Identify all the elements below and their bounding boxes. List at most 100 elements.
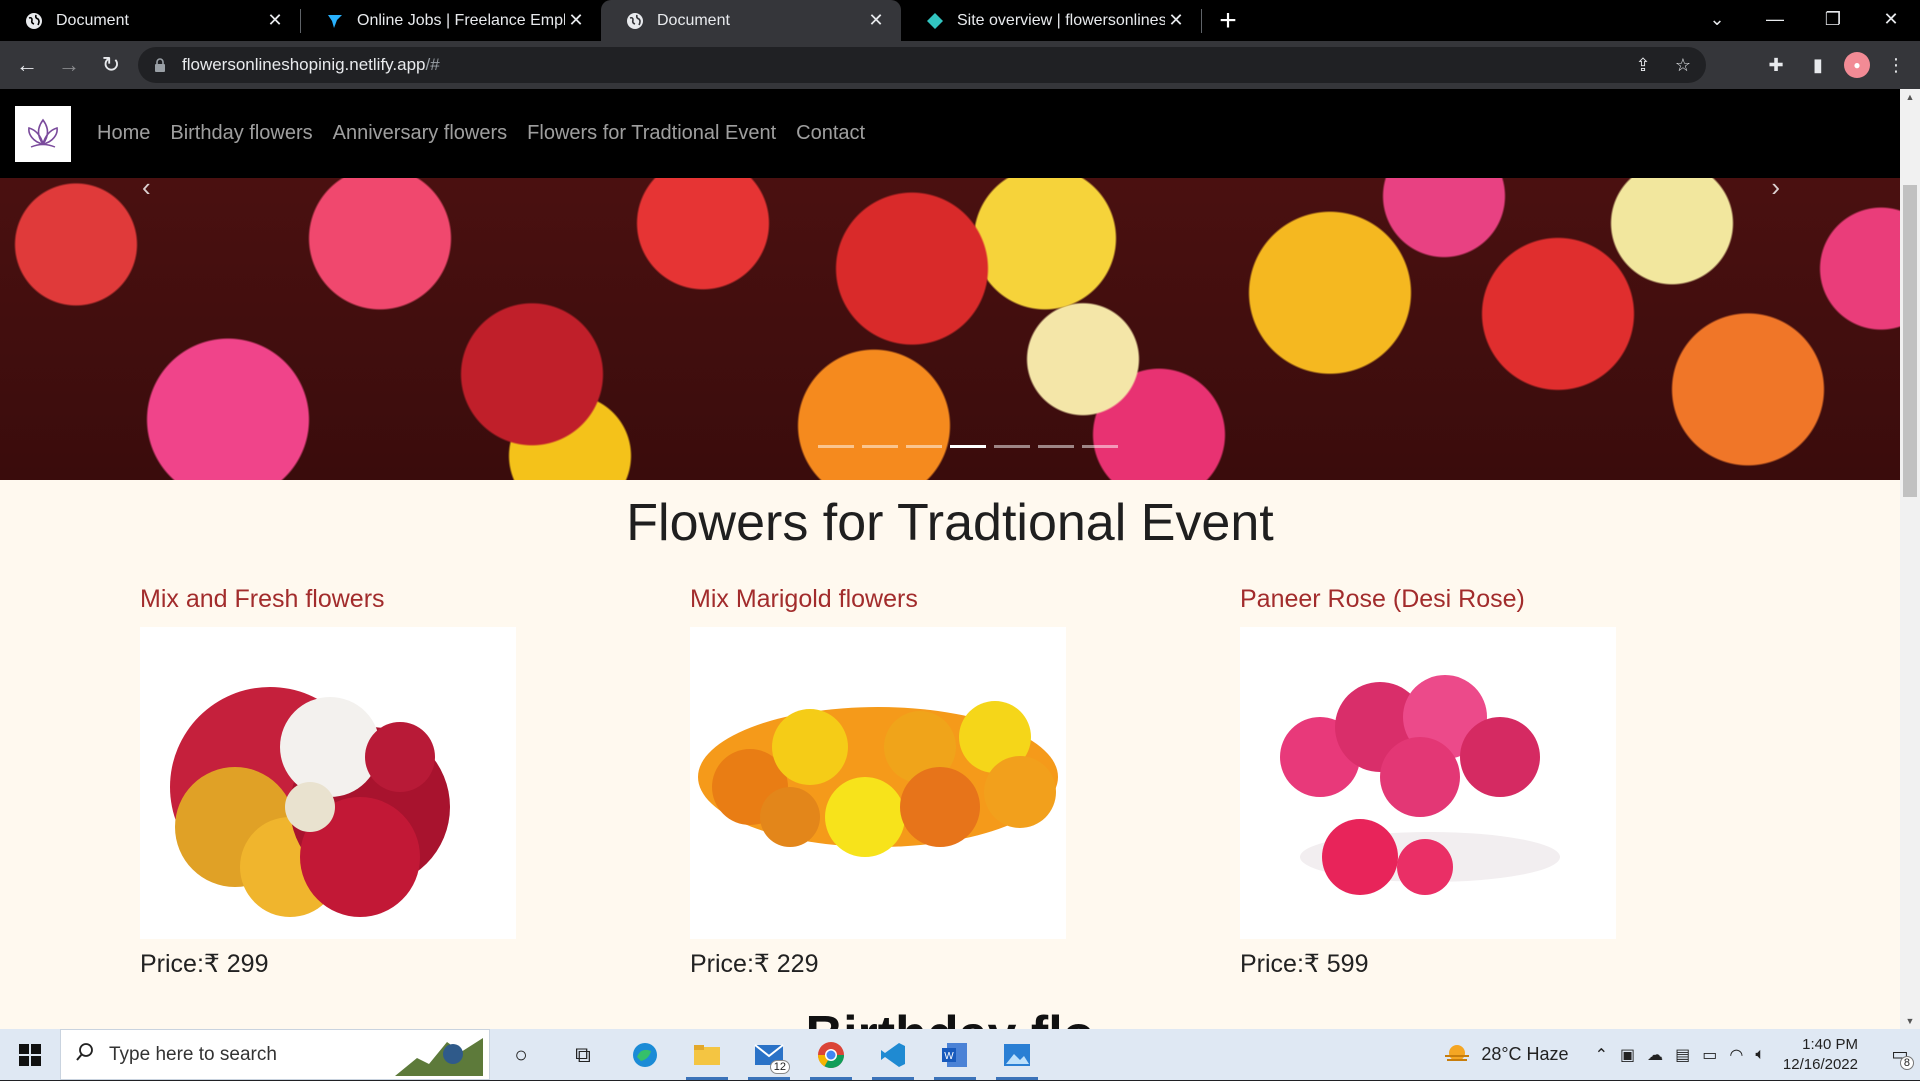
browser-tab-active[interactable]: Document ✕: [601, 0, 901, 41]
vscode-icon[interactable]: [862, 1029, 924, 1080]
back-button[interactable]: ←: [6, 44, 48, 86]
minimize-button[interactable]: —: [1746, 0, 1804, 38]
product-image: [140, 627, 516, 939]
netlify-icon: [925, 11, 945, 31]
reload-button[interactable]: ↻: [90, 44, 132, 86]
carousel-indicator[interactable]: [1082, 445, 1118, 448]
clock[interactable]: 1:40 PM 12/16/2022: [1783, 1035, 1858, 1075]
new-tab-button[interactable]: +: [1208, 0, 1248, 41]
restore-button[interactable]: ❐: [1804, 0, 1862, 38]
cortana-icon[interactable]: ○: [490, 1029, 552, 1080]
battery-icon[interactable]: ▭: [1702, 1045, 1717, 1065]
search-placeholder: Type here to search: [109, 1043, 277, 1065]
url-text: flowersonlineshopinig.netlify.app/#: [182, 55, 440, 75]
close-icon[interactable]: ✕: [1165, 10, 1187, 32]
share-icon[interactable]: ⇪: [1630, 52, 1656, 78]
onedrive-icon[interactable]: ☁: [1647, 1045, 1663, 1065]
browser-toolbar: ← → ↻ flowersonlineshopinig.netlify.app/…: [0, 41, 1920, 89]
lock-icon[interactable]: [154, 58, 168, 72]
chrome-icon[interactable]: [800, 1029, 862, 1080]
task-view-icon[interactable]: ⧉: [552, 1029, 614, 1080]
page-scrollbar[interactable]: ▲ ▼: [1900, 89, 1920, 1029]
weather-text: 28°C Haze: [1481, 1044, 1569, 1064]
scrollbar-thumb[interactable]: [1903, 185, 1917, 497]
close-icon[interactable]: ✕: [565, 10, 587, 32]
product-image: [1240, 627, 1616, 939]
nav-link-anniversary-flowers[interactable]: Anniversary flowers: [333, 122, 508, 145]
product-card: Paneer Rose (Desi Rose) Price:₹ 599: [1240, 585, 1620, 979]
tab-search-icon[interactable]: ⌄: [1688, 0, 1746, 38]
carousel-next-icon[interactable]: ›: [1771, 178, 1780, 203]
close-window-button[interactable]: ✕: [1862, 0, 1920, 38]
windows-taskbar: Type here to search ○ ⧉ 12 W 28°C Haze ⌃…: [0, 1029, 1920, 1080]
browser-tab-bar: Document ✕ Online Jobs | Freelance Emplo…: [0, 0, 1920, 41]
photos-icon[interactable]: [986, 1029, 1048, 1080]
nav-link-birthday-flowers[interactable]: Birthday flowers: [170, 122, 312, 145]
nav-link-home[interactable]: Home: [97, 122, 150, 145]
windows-start-icon[interactable]: [0, 1029, 60, 1080]
mail-badge: 12: [769, 1060, 790, 1074]
menu-kebab-icon[interactable]: ⋮: [1880, 49, 1912, 81]
address-bar[interactable]: flowersonlineshopinig.netlify.app/# ⇪ ☆: [138, 47, 1706, 83]
product-price: Price:₹ 229: [690, 950, 819, 978]
carousel-prev-icon[interactable]: ‹: [142, 178, 151, 203]
mail-icon[interactable]: 12: [738, 1029, 800, 1080]
carousel-indicator[interactable]: [1038, 445, 1074, 448]
bookmark-star-icon[interactable]: ☆: [1670, 52, 1696, 78]
wifi-icon[interactable]: ◠: [1729, 1045, 1743, 1065]
taskbar-search[interactable]: Type here to search: [60, 1029, 490, 1080]
scroll-down-icon[interactable]: ▼: [1900, 1013, 1920, 1029]
close-icon[interactable]: ✕: [264, 10, 286, 32]
profile-avatar[interactable]: ●: [1844, 52, 1870, 78]
product-card: Mix Marigold flowers Price:₹ 229: [690, 585, 1070, 979]
scroll-up-icon[interactable]: ▲: [1900, 89, 1920, 105]
product-price: Price:₹ 599: [1240, 950, 1369, 978]
site-navbar: Home Birthday flowers Anniversary flower…: [0, 89, 1900, 178]
file-explorer-icon[interactable]: [676, 1029, 738, 1080]
display-icon[interactable]: ▤: [1675, 1045, 1690, 1065]
extensions-icon[interactable]: ✚: [1760, 49, 1792, 81]
word-icon[interactable]: W: [924, 1029, 986, 1080]
meet-icon[interactable]: ▣: [1620, 1045, 1635, 1065]
carousel-indicators: [818, 445, 1118, 448]
clock-time: 1:40 PM: [1802, 1035, 1858, 1053]
product-card: Mix and Fresh flowers Price:₹ 299: [140, 585, 520, 979]
carousel-indicator[interactable]: [818, 445, 854, 448]
chevron-up-icon[interactable]: ⌃: [1595, 1045, 1608, 1065]
next-section-title: Birthday flo: [0, 1005, 1900, 1029]
notification-center-icon[interactable]: ▭ 8: [1880, 1029, 1920, 1080]
globe-icon: [24, 11, 44, 31]
freelancer-icon: [325, 11, 345, 31]
svg-text:W: W: [944, 1051, 954, 1062]
carousel-indicator-active[interactable]: [950, 445, 986, 448]
browser-tab[interactable]: Online Jobs | Freelance Employm ✕: [301, 0, 601, 41]
browser-tab[interactable]: Document ✕: [0, 0, 300, 41]
weather-widget[interactable]: 28°C Haze: [1443, 1043, 1569, 1067]
url-path: /#: [425, 55, 440, 74]
window-controls: ⌄ — ❐ ✕: [1688, 0, 1920, 41]
tab-title: Online Jobs | Freelance Employm: [357, 11, 565, 29]
close-icon[interactable]: ✕: [865, 10, 887, 32]
forward-button[interactable]: →: [48, 44, 90, 86]
tab-title: Site overview | flowersonlineshop: [957, 11, 1165, 29]
edge-icon[interactable]: [614, 1029, 676, 1080]
haze-sun-icon: [1445, 1044, 1470, 1061]
carousel-indicator[interactable]: [906, 445, 942, 448]
product-title[interactable]: Paneer Rose (Desi Rose): [1240, 585, 1620, 619]
carousel-indicator[interactable]: [862, 445, 898, 448]
product-title[interactable]: Mix Marigold flowers: [690, 585, 1070, 619]
toolbar-actions: ✚ ▮ ● ⋮: [1760, 41, 1912, 89]
omnibox-actions: ⇪ ☆: [1630, 47, 1696, 83]
clock-date: 12/16/2022: [1782, 1055, 1858, 1073]
browser-tab[interactable]: Site overview | flowersonlineshop ✕: [901, 0, 1201, 41]
product-image: [690, 627, 1066, 939]
product-title[interactable]: Mix and Fresh flowers: [140, 585, 520, 619]
section-title: Flowers for Tradtional Event: [626, 494, 1274, 552]
side-panel-icon[interactable]: ▮: [1802, 49, 1834, 81]
nav-link-traditional-event[interactable]: Flowers for Tradtional Event: [527, 122, 776, 145]
carousel-indicator[interactable]: [994, 445, 1030, 448]
search-highlight-icon: [395, 1036, 483, 1081]
nav-link-contact[interactable]: Contact: [796, 122, 865, 145]
lotus-logo[interactable]: [15, 105, 71, 162]
volume-icon[interactable]: 🔈︎: [1755, 1046, 1765, 1064]
